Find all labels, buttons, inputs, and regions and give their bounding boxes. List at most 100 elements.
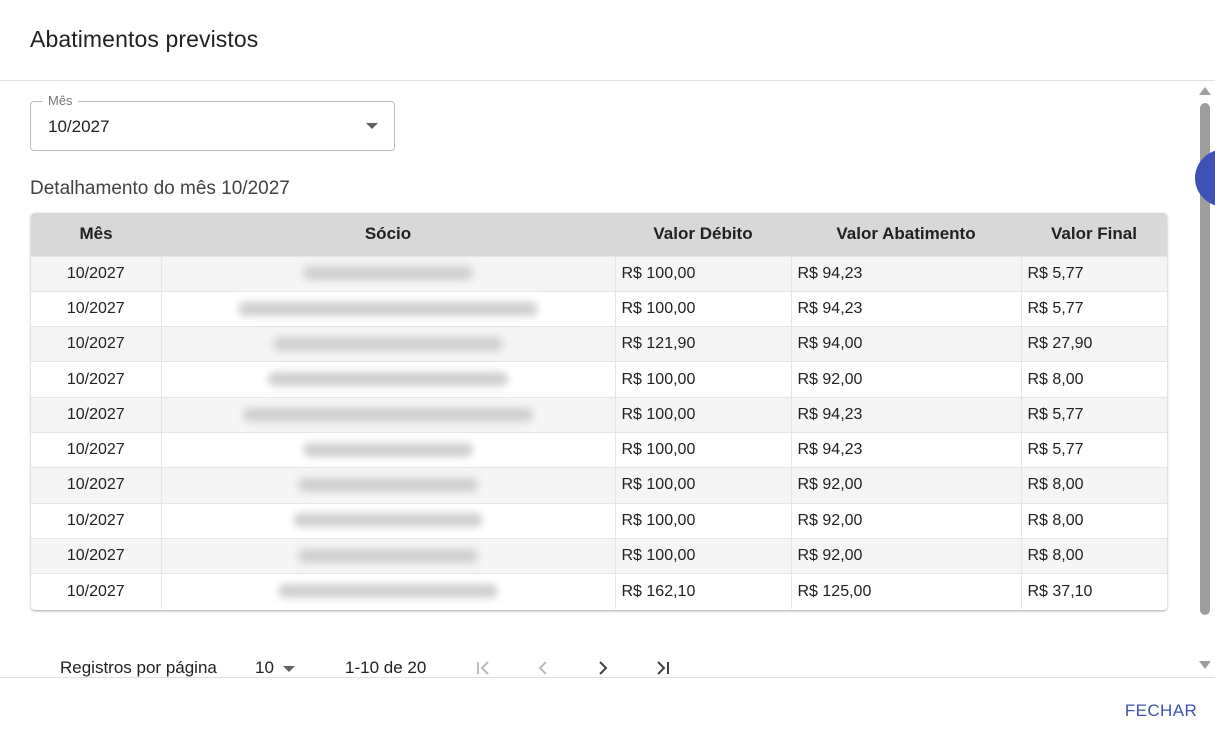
- cell-valor-final: R$ 27,90: [1021, 326, 1167, 362]
- rows-per-page-label: Registros por página: [60, 658, 217, 677]
- cell-socio: [161, 290, 616, 327]
- cell-socio: [161, 396, 616, 433]
- chevron-down-icon[interactable]: [283, 666, 295, 672]
- dialog: Abatimentos previstos Mês 10/2027 Detalh…: [0, 0, 1215, 745]
- redacted-name: [298, 478, 478, 493]
- header-socio: Sócio: [364, 224, 412, 244]
- cell-valor-final: R$ 5,77: [1021, 396, 1167, 433]
- table-row: 10/2027 R$ 162,10 R$ 125,00 R$ 37,10: [31, 573, 1167, 609]
- cell-mes: 10/2027: [31, 396, 162, 433]
- cell-valor-debito: R$ 162,10: [615, 573, 792, 609]
- redacted-name: [298, 548, 478, 563]
- cell-valor-abatimento: R$ 125,00: [791, 573, 1022, 609]
- cell-mes: 10/2027: [31, 467, 162, 504]
- page-range: 1-10 de 20: [345, 658, 427, 677]
- cell-socio: [161, 361, 616, 398]
- table-row: 10/2027 R$ 100,00 R$ 94,23 R$ 5,77: [31, 255, 1167, 292]
- cell-valor-final: R$ 8,00: [1021, 467, 1167, 504]
- cell-valor-final: R$ 5,77: [1021, 431, 1167, 468]
- cell-valor-debito: R$ 100,00: [615, 255, 792, 292]
- table-row: 10/2027 R$ 100,00 R$ 92,00 R$ 8,00: [31, 537, 1167, 574]
- cell-valor-debito: R$ 100,00: [615, 502, 792, 539]
- cell-mes: 10/2027: [31, 573, 162, 609]
- cell-valor-debito: R$ 100,00: [615, 537, 792, 574]
- dialog-title: Abatimentos previstos: [30, 26, 259, 52]
- cell-socio: [161, 537, 616, 574]
- cell-valor-debito: R$ 121,90: [615, 326, 792, 362]
- table-body: 10/2027 R$ 100,00 R$ 94,23 R$ 5,77 10/2027 R$…: [31, 255, 1167, 609]
- cell-socio: [161, 502, 616, 539]
- header-valor-abatimento: Valor Abatimento: [836, 224, 976, 244]
- cell-mes: 10/2027: [31, 431, 162, 468]
- cell-valor-abatimento: R$ 94,23: [791, 396, 1022, 433]
- prev-page-button[interactable]: [531, 656, 555, 677]
- scroll-down-arrow[interactable]: [1199, 661, 1211, 669]
- redacted-name: [303, 266, 473, 281]
- header-mes: Mês: [79, 224, 113, 244]
- table-row: 10/2027 R$ 100,00 R$ 92,00 R$ 8,00: [31, 361, 1167, 398]
- month-select-value: 10/2027: [48, 117, 110, 136]
- cell-socio: [161, 431, 616, 468]
- table-row: 10/2027 R$ 100,00 R$ 92,00 R$ 8,00: [31, 467, 1167, 504]
- cell-valor-final: R$ 8,00: [1021, 361, 1167, 398]
- pagination: Registros por página 10 1-10 de 20: [0, 656, 1197, 677]
- cell-valor-abatimento: R$ 92,00: [791, 537, 1022, 574]
- cell-valor-final: R$ 5,77: [1021, 255, 1167, 292]
- cell-valor-abatimento: R$ 92,00: [791, 361, 1022, 398]
- month-select[interactable]: Mês 10/2027: [30, 93, 395, 151]
- cell-valor-abatimento: R$ 94,00: [791, 326, 1022, 362]
- cell-valor-debito: R$ 100,00: [615, 290, 792, 327]
- header-valor-final: Valor Final: [1051, 224, 1137, 244]
- last-page-button[interactable]: [651, 656, 675, 677]
- redacted-name: [278, 584, 498, 599]
- cell-valor-debito: R$ 100,00: [615, 361, 792, 398]
- cell-valor-abatimento: R$ 94,23: [791, 431, 1022, 468]
- cell-mes: 10/2027: [31, 502, 162, 539]
- cell-valor-abatimento: R$ 92,00: [791, 467, 1022, 504]
- table-row: 10/2027 R$ 100,00 R$ 94,23 R$ 5,77: [31, 290, 1167, 327]
- redacted-name: [273, 337, 503, 351]
- redacted-name: [243, 407, 533, 422]
- cell-socio: [161, 255, 616, 292]
- month-select-label: Mês: [43, 93, 78, 108]
- cell-mes: 10/2027: [31, 255, 162, 292]
- cell-mes: 10/2027: [31, 361, 162, 398]
- actions-divider: [0, 677, 1215, 678]
- table-row: 10/2027 R$ 100,00 R$ 92,00 R$ 8,00: [31, 502, 1167, 539]
- redacted-name: [268, 372, 508, 387]
- cell-valor-abatimento: R$ 92,00: [791, 502, 1022, 539]
- first-page-icon: [477, 661, 489, 675]
- table-row: 10/2027 R$ 100,00 R$ 94,23 R$ 5,77: [31, 431, 1167, 468]
- redacted-name: [303, 442, 473, 457]
- cell-valor-final: R$ 8,00: [1021, 502, 1167, 539]
- cell-valor-abatimento: R$ 94,23: [791, 290, 1022, 327]
- cell-socio: [161, 467, 616, 504]
- chevron-down-icon: [366, 123, 378, 129]
- redacted-name: [238, 301, 538, 316]
- cell-socio: [161, 573, 616, 609]
- cell-mes: 10/2027: [31, 537, 162, 574]
- redacted-name: [293, 513, 483, 528]
- detail-title: Detalhamento do mês 10/2027: [30, 178, 290, 199]
- cell-valor-debito: R$ 100,00: [615, 396, 792, 433]
- details-table: Mês Sócio Valor Débito Valor Abatimento …: [31, 213, 1167, 610]
- table-row: 10/2027 R$ 121,90 R$ 94,00 R$ 27,90: [31, 326, 1167, 362]
- cell-valor-debito: R$ 100,00: [615, 431, 792, 468]
- cell-mes: 10/2027: [31, 326, 162, 362]
- header-valor-debito: Valor Débito: [653, 224, 753, 244]
- cell-valor-final: R$ 5,77: [1021, 290, 1167, 327]
- cell-valor-debito: R$ 100,00: [615, 467, 792, 504]
- next-page-button[interactable]: [591, 656, 615, 677]
- first-page-button[interactable]: [471, 656, 495, 677]
- chevron-right-icon: [599, 661, 608, 675]
- table-header-row: Mês Sócio Valor Débito Valor Abatimento …: [31, 213, 1167, 256]
- scroll-up-arrow[interactable]: [1199, 87, 1211, 95]
- table-row: 10/2027 R$ 100,00 R$ 94,23 R$ 5,77: [31, 396, 1167, 433]
- chevron-left-icon: [538, 661, 547, 675]
- floating-action-button[interactable]: [1195, 149, 1215, 207]
- cell-socio: [161, 326, 616, 362]
- dialog-content: Mês 10/2027 Detalhamento do mês 10/2027 …: [0, 81, 1197, 677]
- cell-mes: 10/2027: [31, 290, 162, 327]
- rows-per-page-select[interactable]: 10: [255, 658, 274, 677]
- close-button[interactable]: FECHAR: [1116, 694, 1206, 728]
